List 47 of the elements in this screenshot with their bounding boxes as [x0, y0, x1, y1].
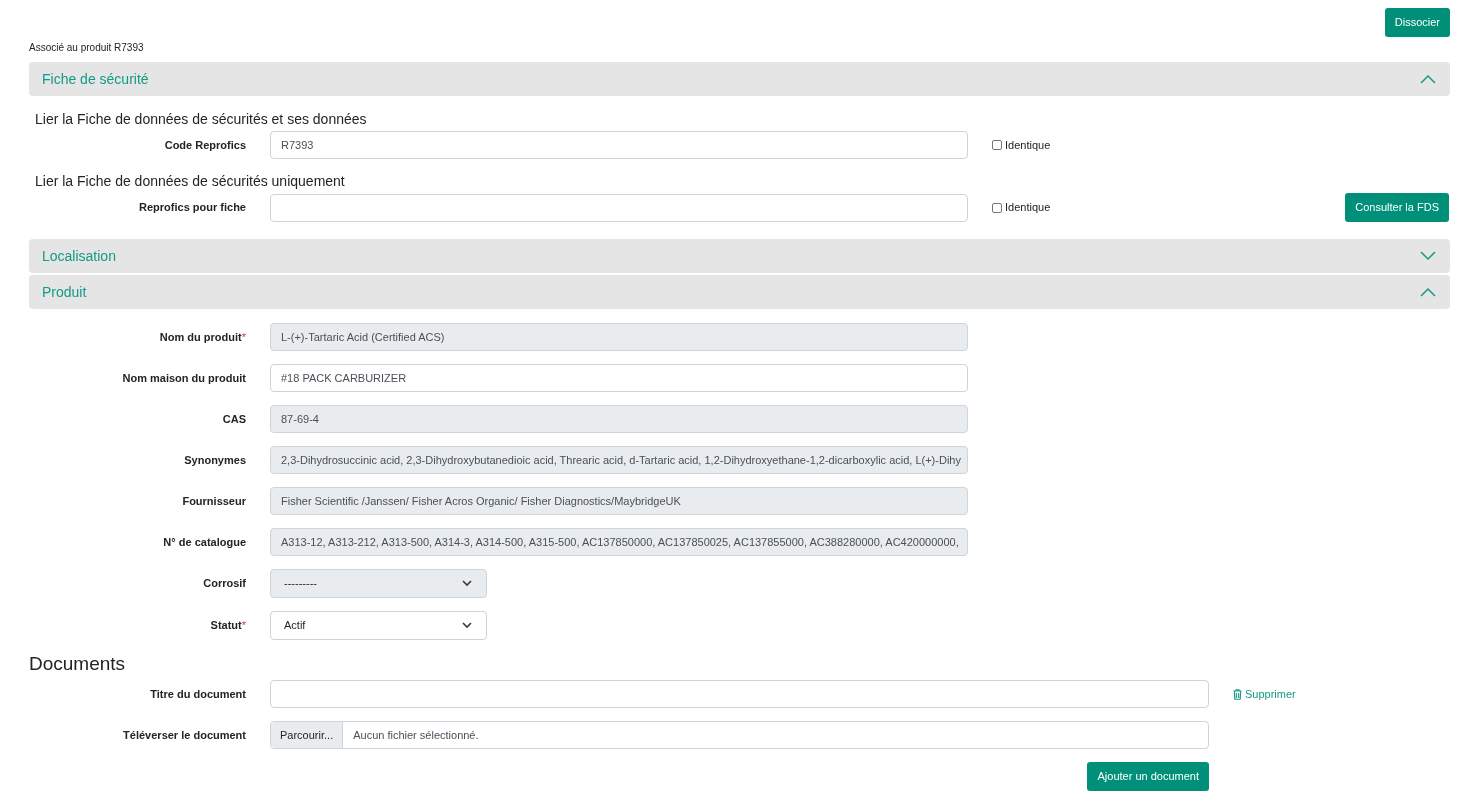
- caret-icon: [462, 580, 472, 587]
- field-label: Nom maison du produit: [121, 370, 246, 386]
- view-sds-button[interactable]: Consulter la FDS: [1345, 193, 1449, 222]
- field-label: Code Reprofics: [163, 137, 246, 153]
- input-field[interactable]: R7393: [270, 131, 968, 159]
- associated-product-text: Associé au produit R7393: [29, 41, 145, 54]
- field-label: Reprofics pour fiche: [138, 200, 246, 216]
- dissociate-button[interactable]: Dissocier: [1384, 8, 1450, 37]
- field-label: Corrosif: [202, 576, 246, 592]
- input-field[interactable]: [270, 193, 968, 222]
- field-label: CAS: [221, 411, 246, 427]
- checkbox-label: Identique: [1005, 200, 1051, 216]
- checkbox[interactable]: [992, 202, 1002, 213]
- file-status-text: Aucun fichier sélectionné.: [352, 727, 480, 743]
- input-field[interactable]: A313-12, A313-212, A313-500, A314-3, A314-500, A315-500, AC137850000, AC137850025, AC137855000, AC388280000, AC420000000,: [270, 528, 968, 556]
- section-title: Localisation: [42, 246, 116, 266]
- add-document-button[interactable]: Ajouter un document: [1087, 762, 1209, 791]
- field-label: Synonymes: [183, 452, 246, 468]
- checkbox-label: Identique: [1005, 137, 1051, 153]
- subsection-heading: Lier la Fiche de données de sécurités et ses données: [34, 110, 368, 129]
- field-label: Statut*: [209, 618, 246, 634]
- section-title: Fiche de sécurité: [42, 69, 149, 89]
- field-label: N° de catalogue: [162, 534, 246, 550]
- documents-heading: Documents: [29, 652, 127, 676]
- field-label: Nom du produit*: [158, 329, 246, 345]
- file-upload-field[interactable]: Parcourir... Aucun fichier sélectionné.: [270, 721, 1209, 749]
- input-field[interactable]: L-(+)-Tartaric Acid (Certified ACS): [270, 323, 968, 351]
- browse-button[interactable]: Parcourir...: [271, 722, 344, 748]
- chevron-up-icon[interactable]: [1420, 287, 1436, 297]
- input-field[interactable]: Fisher Scientific /Janssen/ Fisher Acros Organic/ Fisher Diagnostics/MaybridgeUK: [270, 487, 968, 515]
- chevron-down-icon[interactable]: [1420, 251, 1436, 261]
- trash-icon: [1233, 688, 1242, 700]
- input-field[interactable]: [270, 680, 1209, 708]
- subsection-heading: Lier la Fiche de données de sécurités uniquement: [34, 172, 346, 191]
- select-dropdown[interactable]: Actif: [270, 611, 487, 640]
- checkbox[interactable]: [992, 140, 1002, 150]
- field-label: Téléverser le document: [122, 727, 246, 743]
- caret-icon: [462, 622, 472, 629]
- field-label: Titre du document: [149, 686, 246, 702]
- select-dropdown[interactable]: ---------: [270, 569, 487, 598]
- field-label: Fournisseur: [181, 493, 246, 509]
- input-field[interactable]: 87-69-4: [270, 405, 968, 433]
- chevron-up-icon[interactable]: [1420, 74, 1436, 84]
- input-field[interactable]: #18 PACK CARBURIZER: [270, 364, 968, 392]
- delete-link[interactable]: Supprimer: [1233, 685, 1296, 703]
- section-title: Produit: [42, 282, 87, 302]
- input-field[interactable]: 2,3-Dihydrosuccinic acid, 2,3-Dihydroxybutanedioic acid, Threaric acid, d-Tartaric acid, 1,2-Dihydroxyethane-1,2-dicarboxylic acid, L(+)-Dihy: [270, 446, 968, 474]
